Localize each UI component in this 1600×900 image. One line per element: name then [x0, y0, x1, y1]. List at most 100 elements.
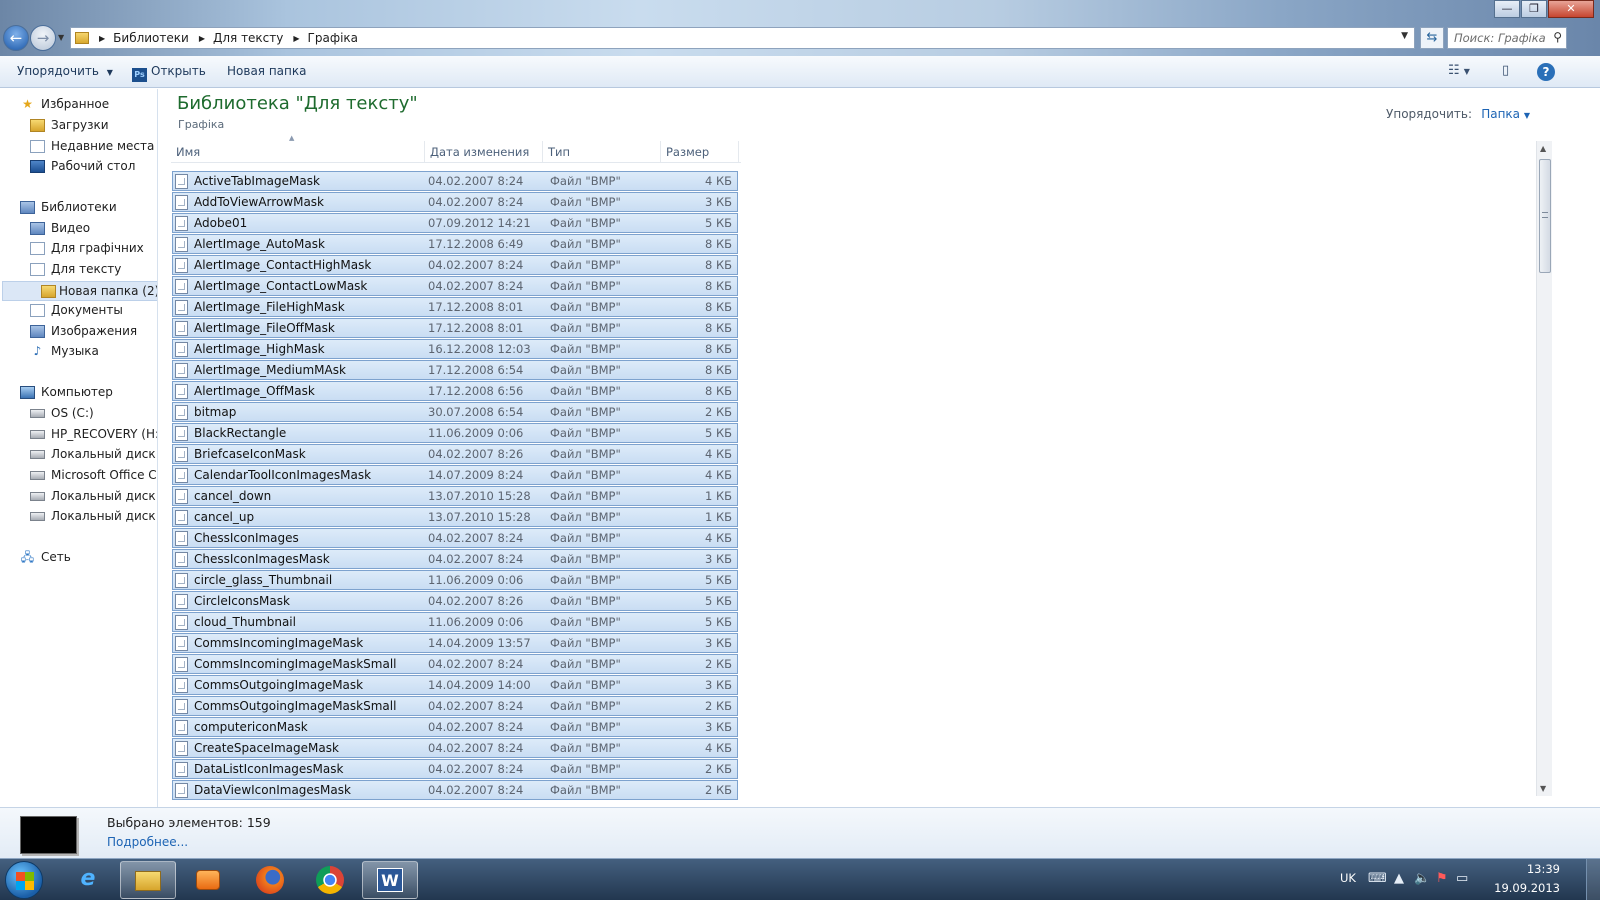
new-folder-button[interactable]: Новая папка: [227, 64, 306, 78]
refresh-button[interactable]: ⇆: [1420, 27, 1444, 49]
table-row[interactable]: cancel_up 13.07.2010 15:28 Файл "BMP" 1 КБ: [172, 507, 738, 527]
nav-libraries[interactable]: Библиотеки: [20, 200, 117, 214]
forward-button[interactable]: →: [30, 25, 56, 51]
table-row[interactable]: DataViewIconImagesMask 04.02.2007 8:24 Фай…: [172, 780, 738, 800]
nav-recent-places[interactable]: Недавние места: [30, 139, 154, 153]
nav-images[interactable]: Изображения: [30, 324, 137, 338]
breadcrumb-libraries[interactable]: Библиотеки: [113, 31, 189, 45]
close-button[interactable]: ✕: [1548, 0, 1594, 18]
scrollbar-thumb[interactable]: [1539, 159, 1551, 273]
table-row[interactable]: AlertImage_ContactLowMask 04.02.2007 8:24…: [172, 276, 738, 296]
nav-network[interactable]: 🖧 Сеть: [20, 550, 71, 564]
table-row[interactable]: ChessIconImages 04.02.2007 8:24 Файл "BMP"…: [172, 528, 738, 548]
table-row[interactable]: AlertImage_FileHighMask 17.12.2008 8:01 Фа…: [172, 297, 738, 317]
more-details-link[interactable]: Подробнее...: [107, 835, 188, 849]
nav-music[interactable]: ♪ Музыка: [30, 344, 99, 358]
nav-video[interactable]: Видео: [30, 221, 90, 235]
table-row[interactable]: AlertImage_MediumMAsk 17.12.2008 6:54 Файл…: [172, 360, 738, 380]
column-date[interactable]: Дата изменения: [425, 141, 543, 162]
column-size[interactable]: Размер: [661, 141, 739, 162]
internet-explorer-icon[interactable]: e: [60, 861, 116, 899]
clock-date[interactable]: 19.09.2013: [1494, 881, 1560, 895]
table-row[interactable]: CommsIncomingImageMaskSmall 04.02.2007 8:…: [172, 654, 738, 674]
table-row[interactable]: AddToViewArrowMask 04.02.2007 8:24 Файл "B…: [172, 192, 738, 212]
media-player-icon[interactable]: [180, 861, 236, 899]
table-row[interactable]: AlertImage_HighMask 16.12.2008 12:03 Файл …: [172, 339, 738, 359]
view-options-icon[interactable]: ☷ ▼: [1448, 63, 1470, 78]
table-row[interactable]: CommsOutgoingImageMask 14.04.2009 14:00 Фа…: [172, 675, 738, 695]
nav-documents[interactable]: Документы: [30, 303, 123, 317]
show-desktop-button[interactable]: [1586, 859, 1600, 900]
nav-drive-h[interactable]: HP_RECOVERY (H:): [30, 427, 157, 441]
nav-for-text[interactable]: Для тексту: [30, 262, 121, 276]
file-list-area[interactable]: Библиотека "Для тексту" Графіка Упорядоч…: [159, 89, 1552, 807]
start-button[interactable]: [5, 861, 43, 899]
keyboard-icon[interactable]: ⌨: [1368, 871, 1387, 886]
nav-ms-office[interactable]: Microsoft Office Clic: [30, 468, 157, 482]
language-indicator[interactable]: UK: [1340, 871, 1356, 885]
table-row[interactable]: BlackRectangle 11.06.2009 0:06 Файл "BMP" 5…: [172, 423, 738, 443]
nav-drive-s[interactable]: Локальный диск (S:: [30, 509, 157, 523]
table-row[interactable]: CalendarToolIconImagesMask 14.07.2009 8:2…: [172, 465, 738, 485]
minimize-button[interactable]: —: [1494, 0, 1520, 18]
table-row[interactable]: AlertImage_OffMask 17.12.2008 6:56 Файл "B…: [172, 381, 738, 401]
recent-pages-dropdown[interactable]: ▼: [58, 33, 64, 42]
breadcrumb-for-text[interactable]: Для тексту: [213, 31, 283, 45]
nav-computer[interactable]: Компьютер: [20, 385, 113, 399]
table-row[interactable]: CommsOutgoingImageMaskSmall 04.02.2007 8:…: [172, 696, 738, 716]
table-row[interactable]: computericonMask 04.02.2007 8:24 Файл "BMP…: [172, 717, 738, 737]
table-row[interactable]: cloud_Thumbnail 11.06.2009 0:06 Файл "BMP"…: [172, 612, 738, 632]
breadcrumb-graphics[interactable]: Графіка: [308, 31, 358, 45]
word-icon[interactable]: W: [362, 861, 418, 899]
scroll-up-icon[interactable]: ▲: [1540, 144, 1546, 153]
chevron-right-icon[interactable]: ▶: [199, 34, 205, 43]
nav-downloads[interactable]: Загрузки: [30, 118, 109, 132]
navigation-pane[interactable]: ★ Избранное Загрузки Недавние места Рабоч…: [0, 89, 158, 807]
preview-pane-icon[interactable]: ▯: [1502, 63, 1509, 78]
search-input[interactable]: Поиск: Графіка ⚲: [1447, 27, 1567, 49]
file-explorer-icon[interactable]: [120, 861, 176, 899]
maximize-button[interactable]: ❐: [1521, 0, 1547, 18]
chrome-icon[interactable]: [302, 861, 358, 899]
address-dropdown-icon[interactable]: ▼: [1401, 31, 1408, 41]
nav-for-graphics[interactable]: Для графічних: [30, 241, 144, 255]
nav-drive-r[interactable]: Локальный диск (R: [30, 489, 157, 503]
nav-drive-c[interactable]: OS (C:): [30, 406, 94, 420]
table-row[interactable]: BriefcaseIconMask 04.02.2007 8:26 Файл "BM…: [172, 444, 738, 464]
clock-time[interactable]: 13:39: [1527, 862, 1560, 876]
table-row[interactable]: DataListIconImagesMask 04.02.2007 8:24 Фай…: [172, 759, 738, 779]
address-bar[interactable]: ▶ Библиотеки ▶ Для тексту ▶ Графіка ▼: [70, 27, 1415, 49]
table-row[interactable]: cancel_down 13.07.2010 15:28 Файл "BMP" 1 К…: [172, 486, 738, 506]
volume-icon[interactable]: 🔈: [1414, 871, 1430, 886]
table-row[interactable]: bitmap 30.07.2008 6:54 Файл "BMP" 2 КБ: [172, 402, 738, 422]
nav-drive-n[interactable]: Локальный диск (N: [30, 447, 157, 461]
show-hidden-icons-icon[interactable]: ▲: [1394, 871, 1404, 886]
chevron-right-icon[interactable]: ▶: [99, 34, 105, 43]
chevron-right-icon[interactable]: ▶: [293, 34, 299, 43]
network-status-icon[interactable]: ▭: [1456, 871, 1468, 886]
action-center-icon[interactable]: ⚑: [1436, 871, 1448, 886]
column-type[interactable]: Тип: [543, 141, 661, 162]
table-row[interactable]: CommsIncomingImageMask 14.04.2009 13:57 Фа…: [172, 633, 738, 653]
table-row[interactable]: CircleIconsMask 04.02.2007 8:26 Файл "BMP"…: [172, 591, 738, 611]
firefox-icon[interactable]: [242, 861, 298, 899]
nav-favorites[interactable]: ★ Избранное: [20, 97, 109, 111]
nav-desktop[interactable]: Рабочий стол: [30, 159, 135, 173]
table-row[interactable]: AlertImage_ContactHighMask 04.02.2007 8:2…: [172, 255, 738, 275]
open-button[interactable]: Ps Открыть: [132, 64, 206, 82]
table-row[interactable]: AlertImage_AutoMask 17.12.2008 6:49 Файл "…: [172, 234, 738, 254]
vertical-scrollbar[interactable]: ▲ ▼: [1536, 141, 1552, 796]
table-row[interactable]: AlertImage_FileOffMask 17.12.2008 8:01 Фай…: [172, 318, 738, 338]
table-row[interactable]: ActiveTabImageMask 04.02.2007 8:24 Файл "B…: [172, 171, 738, 191]
organize-button[interactable]: Упорядочить ▼: [17, 64, 113, 78]
nav-new-folder-selected[interactable]: Новая папка (2) (S: [2, 281, 157, 301]
table-row[interactable]: CreateSpaceImageMask 04.02.2007 8:24 Файл …: [172, 738, 738, 758]
table-row[interactable]: Adobe01 07.09.2012 14:21 Файл "BMP" 5 КБ: [172, 213, 738, 233]
help-icon[interactable]: ?: [1537, 63, 1555, 81]
table-row[interactable]: circle_glass_Thumbnail 11.06.2009 0:06 Фай…: [172, 570, 738, 590]
table-row[interactable]: ChessIconImagesMask 04.02.2007 8:24 Файл "…: [172, 549, 738, 569]
arrange-by-dropdown[interactable]: Папка ▼: [1481, 107, 1530, 121]
scroll-down-icon[interactable]: ▼: [1540, 784, 1546, 793]
back-button[interactable]: ←: [3, 25, 29, 51]
column-name[interactable]: ▲ Имя: [171, 134, 425, 162]
